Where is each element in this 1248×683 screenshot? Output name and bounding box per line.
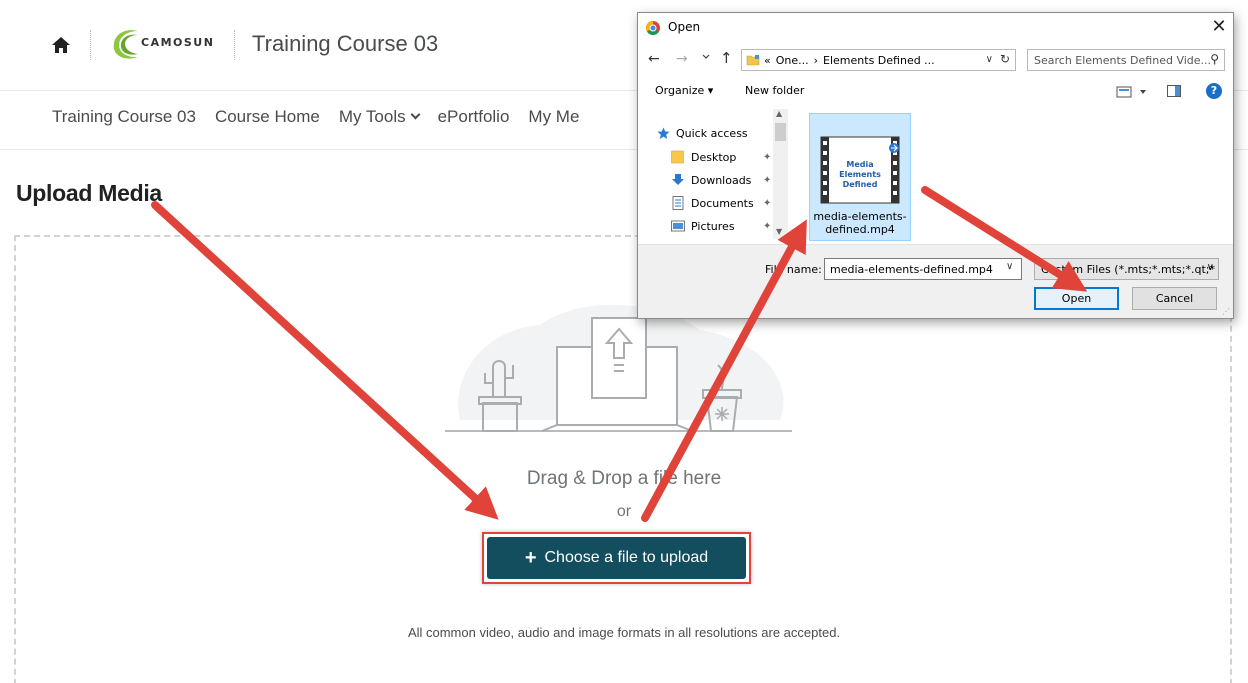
nav-item-label: My Tools	[338, 107, 406, 126]
file-item-selected[interactable]: Media Elements Defined media-elements- d…	[809, 113, 911, 241]
pictures-icon	[671, 220, 685, 232]
open-button[interactable]: Open	[1034, 287, 1119, 310]
pin-icon[interactable]: ✦	[763, 175, 771, 186]
folder-icon	[746, 55, 760, 66]
nav-item-eportfolio[interactable]: ePortfolio	[438, 107, 510, 133]
nav-desktop[interactable]: Desktop ✦	[671, 147, 771, 167]
page-title: Upload Media	[16, 180, 162, 206]
breadcrumb-current-folder[interactable]: Elements Defined ...	[823, 54, 935, 67]
chevron-down-icon[interactable]: ∨	[986, 54, 993, 65]
nav-quick-access[interactable]: Quick access	[657, 123, 748, 143]
dialog-footer: File name: media-elements-defined.mp4 ∨ …	[638, 244, 1233, 318]
breadcrumb-prefix: «	[764, 53, 771, 67]
resize-grip-icon[interactable]: ⋰	[1222, 307, 1230, 316]
chevron-down-icon[interactable]: ∨	[1006, 261, 1013, 272]
dialog-title: Open	[668, 20, 701, 34]
nav-scrollbar[interactable]: ▲ ▼	[773, 109, 788, 239]
chevron-down-icon	[410, 109, 421, 120]
nav-label: Documents	[691, 196, 754, 210]
file-type-select[interactable]: Custom Files (*.mts;*.mts;*.qt;* ∨	[1034, 258, 1219, 280]
breadcrumb-separator: ›	[813, 53, 819, 67]
document-icon	[672, 196, 684, 210]
view-options-icon[interactable]	[1116, 85, 1150, 99]
choose-file-label: Choose a file to upload	[544, 549, 709, 566]
refresh-icon[interactable]: ↻	[1000, 52, 1010, 66]
nav-label: Desktop	[691, 150, 737, 164]
nav-item-training-course[interactable]: Training Course 03	[52, 107, 196, 133]
camosun-logo[interactable]: CAMOSUN	[108, 25, 223, 65]
nav-item-my-media[interactable]: My Me	[528, 107, 579, 133]
chevron-down-icon[interactable]	[701, 52, 711, 62]
file-type-value: Custom Files (*.mts;*.mts;*.qt;*	[1041, 263, 1215, 276]
thumb-caption-line: Media Elements	[839, 160, 881, 179]
thumb-caption: Media Elements Defined	[830, 160, 890, 190]
pin-icon[interactable]: ✦	[763, 152, 771, 163]
file-name-input[interactable]: media-elements-defined.mp4	[824, 258, 1022, 280]
scroll-down-icon[interactable]: ▼	[776, 227, 782, 236]
drag-drop-text: Drag & Drop a file here	[526, 468, 722, 489]
new-folder-button[interactable]: New folder	[745, 84, 804, 97]
file-name-label: File name:	[765, 263, 822, 276]
chevron-down-icon: ∨	[1206, 262, 1214, 273]
nav-pictures[interactable]: Pictures ✦	[671, 216, 771, 236]
forward-arrow-icon[interactable]: →	[676, 51, 688, 67]
nav-item-course-home[interactable]: Course Home	[215, 107, 320, 133]
course-title[interactable]: Training Course 03	[252, 31, 438, 57]
nav-item-my-tools[interactable]: My Tools	[338, 107, 421, 133]
cancel-button[interactable]: Cancel	[1132, 287, 1217, 310]
scroll-up-icon[interactable]: ▲	[776, 109, 782, 118]
open-file-dialog: Open ✕ ← → ↑ « One... › Elements Defined…	[637, 12, 1234, 319]
search-placeholder: Search Elements Defined Vide...	[1034, 54, 1212, 67]
navigation-pane: Quick access Desktop ✦ Downloads ✦ Docum…	[638, 109, 790, 241]
preview-pane-icon[interactable]	[1167, 85, 1181, 97]
download-icon	[672, 174, 684, 185]
or-text: or	[616, 503, 632, 520]
thumb-caption-line: Defined	[842, 180, 878, 189]
plus-icon: +	[524, 547, 537, 569]
header-divider	[234, 30, 235, 60]
header-divider	[90, 30, 91, 60]
nav-downloads[interactable]: Downloads ✦	[671, 170, 771, 190]
folder-icon	[671, 150, 684, 164]
dialog-toolbar: Organize ▾ New folder ?	[638, 79, 1233, 105]
back-arrow-icon[interactable]: ←	[648, 51, 660, 67]
nav-documents[interactable]: Documents ✦	[671, 193, 771, 213]
camosun-logo-icon	[113, 30, 138, 59]
formats-note: All common video, audio and image format…	[407, 625, 841, 640]
home-icon[interactable]	[50, 34, 72, 56]
file-name: media-elements- defined.mp4	[810, 210, 910, 236]
chrome-icon	[646, 21, 660, 35]
pin-icon[interactable]: ✦	[763, 198, 771, 209]
logo-text: CAMOSUN	[141, 36, 215, 49]
choose-file-button[interactable]: + Choose a file to upload	[487, 537, 746, 579]
file-name-line: media-elements-	[813, 210, 907, 223]
search-input[interactable]: Search Elements Defined Vide... ⚲	[1027, 49, 1225, 71]
up-arrow-icon[interactable]: ↑	[720, 49, 733, 67]
close-icon[interactable]: ✕	[1208, 16, 1230, 38]
star-icon	[657, 127, 670, 139]
address-bar[interactable]: « One... › Elements Defined ... ∨ ↻	[741, 49, 1016, 71]
breadcrumb-onedrive[interactable]: One...	[776, 54, 809, 67]
nav-label: Downloads	[691, 173, 752, 187]
help-icon[interactable]: ?	[1206, 83, 1222, 99]
nav-label: Quick access	[676, 126, 748, 140]
organize-button[interactable]: Organize ▾	[655, 84, 713, 97]
file-name-line: defined.mp4	[825, 223, 895, 236]
search-icon: ⚲	[1210, 52, 1219, 66]
course-navbar: Training Course 03 Course Home My Tools …	[52, 107, 579, 133]
nav-label: Pictures	[691, 219, 735, 233]
scroll-thumb[interactable]	[775, 123, 786, 141]
pin-icon[interactable]: ✦	[763, 221, 771, 232]
